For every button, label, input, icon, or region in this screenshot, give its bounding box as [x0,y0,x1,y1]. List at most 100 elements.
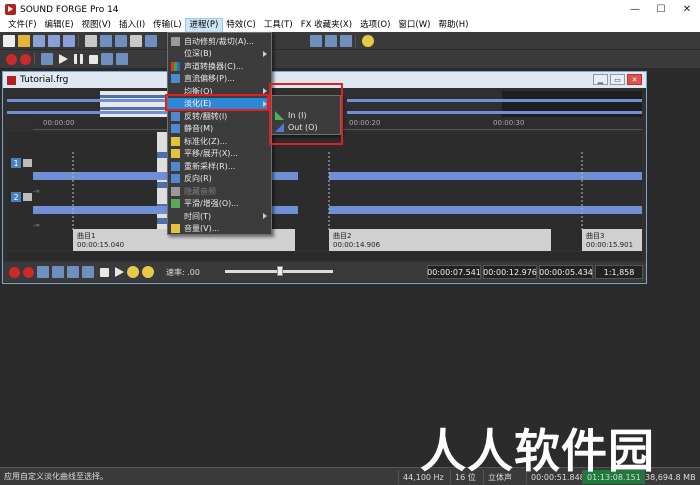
region-time: 00:00:15.040 [77,241,125,249]
menu-edit[interactable]: 编辑(E) [41,19,78,32]
cut-icon[interactable] [85,34,97,47]
doc-stop-icon[interactable] [100,267,109,277]
menu-item-volume[interactable]: 音量(V)... [168,223,271,236]
menu-item-time[interactable]: 时间(T) [168,210,271,223]
normalize-icon [171,136,180,146]
fade-in-icon [275,110,284,120]
trim-icon[interactable] [145,34,157,47]
menu-item-normalize[interactable]: 标准化(Z)... [168,135,271,148]
menu-window[interactable]: 窗口(W) [394,19,434,32]
menu-view[interactable]: 视图(V) [78,19,115,32]
doc-go-start-icon[interactable] [37,266,49,278]
menu-item-resample[interactable]: 重新采样(R)... [168,160,271,173]
loop-record-icon[interactable] [20,53,31,65]
doc-record-icon[interactable] [9,266,20,278]
minimize-button[interactable]: — [622,0,648,19]
menu-item-fade-out[interactable]: Out (O) [272,121,340,133]
doc-scrub-icon[interactable] [142,266,154,278]
selection-end-time: 00:00:12.976 [483,265,537,279]
new-file-icon[interactable] [3,34,15,47]
forward-icon[interactable] [116,53,128,65]
window-title: SOUND FORGE Pro 14 [20,4,119,15]
doc-rewind-icon[interactable] [52,266,64,278]
channel-1-inf-bottom: -∞ [33,188,41,195]
menu-transport[interactable]: 传输(L) [149,19,185,32]
menu-item-fade[interactable]: 淡化(E) [168,97,271,110]
selection-length-time: 00:00:05.434 [539,265,593,279]
channel-2-label[interactable]: 2 [11,192,21,202]
auto-trim-icon [171,36,180,46]
menu-help[interactable]: 帮助(H) [434,19,472,32]
maximize-button[interactable]: ☐ [648,0,674,19]
menu-fx-favorites[interactable]: FX 收藏夹(X) [297,19,356,32]
menu-item-mute[interactable]: 静音(M) [168,123,271,136]
go-to-start-icon[interactable] [41,53,53,65]
menu-item-channel-converter[interactable]: 声道转换器(C)... [168,60,271,73]
zoom-ratio: 1:1,858 [595,265,643,279]
rewind-icon[interactable] [101,53,113,65]
close-button[interactable]: ✕ [674,0,700,19]
paste-icon[interactable] [115,34,127,47]
channel-1-button[interactable] [23,159,32,167]
menu-tools[interactable]: 工具(T) [260,19,297,32]
save-all-icon[interactable] [63,34,75,47]
menu-process[interactable]: 进程(P) [184,18,224,33]
doc-restore-button[interactable]: ▭ [610,74,625,85]
transport-toolbar [0,50,700,69]
doc-close-button[interactable]: ✕ [627,74,642,85]
menu-item-invert[interactable]: 反转/翻转(I) [168,110,271,123]
menu-item-bit-depth[interactable]: 位深(B) [168,48,271,61]
help-pointer-icon[interactable] [362,34,374,47]
window-controls: — ☐ ✕ [622,0,700,19]
doc-minimize-button[interactable]: ▁ [593,74,608,85]
channel-2-button[interactable] [23,193,32,201]
invert-icon [171,111,180,121]
region-name: 曲目2 [333,232,352,240]
menu-item-pan[interactable]: 平移/展开(X)... [168,148,271,161]
record-icon[interactable] [6,53,17,65]
doc-loop-icon[interactable] [23,266,34,278]
doc-transport-bar: 速率: .00 00:00:07.541 00:00:12.976 00:00:… [3,262,646,282]
tool-pencil-icon[interactable] [340,34,352,47]
copy-icon[interactable] [100,34,112,47]
menu-item-auto-trim[interactable]: 自动修剪/裁切(A)... [168,35,271,48]
tool-edit-icon[interactable] [310,34,322,47]
menu-item-eq[interactable]: 均衡(Q) [168,85,271,98]
menu-insert[interactable]: 插入(I) [115,19,149,32]
doc-play-icon[interactable] [115,267,124,277]
channel-1-label[interactable]: 1 [11,158,21,168]
submenu-arrow-icon [263,213,267,219]
tool-magnify-icon[interactable] [325,34,337,47]
save-as-icon[interactable] [48,34,60,47]
menu-item-dc-offset[interactable]: 直流偏移(P)... [168,73,271,86]
doc-forward-icon[interactable] [67,266,79,278]
doc-go-end-icon[interactable] [82,266,94,278]
menu-item-smooth[interactable]: 平滑/增强(O)... [168,198,271,211]
menu-file[interactable]: 文件(F) [4,19,41,32]
menu-item-fade-in[interactable]: In (I) [272,109,340,121]
selection-start-time: 00:00:07.541 [427,265,481,279]
save-icon[interactable] [33,34,45,47]
waveform [33,132,642,230]
rate-slider[interactable] [225,266,333,276]
region-track-3[interactable]: 曲目3 00:00:15.901 [582,229,642,251]
horizontal-scrollbar[interactable] [7,252,642,260]
rate-slider-thumb[interactable] [277,266,283,276]
stop-icon[interactable] [89,54,98,64]
menu-item-reverse[interactable]: 反向(R) [168,173,271,186]
menu-options[interactable]: 选项(O) [356,19,394,32]
region-track-2[interactable]: 曲目2 00:00:14.906 [329,229,551,251]
pause-icon[interactable] [74,54,83,64]
menu-effects[interactable]: 特效(C) [222,19,260,32]
resample-icon [171,161,180,171]
smart-icon [171,186,180,196]
doc-marker-icon[interactable] [127,266,139,278]
ruler-tick: 00:00:00 [43,119,75,127]
open-folder-icon[interactable] [18,34,30,47]
region-name: 曲目3 [586,232,605,240]
status-message: 应用自定义淡化曲线至选择。 [4,472,108,481]
mix-icon[interactable] [130,34,142,47]
channel-2-inf-bottom: -∞ [33,222,41,229]
toolbar-separator [355,34,356,47]
play-icon[interactable] [59,54,68,64]
